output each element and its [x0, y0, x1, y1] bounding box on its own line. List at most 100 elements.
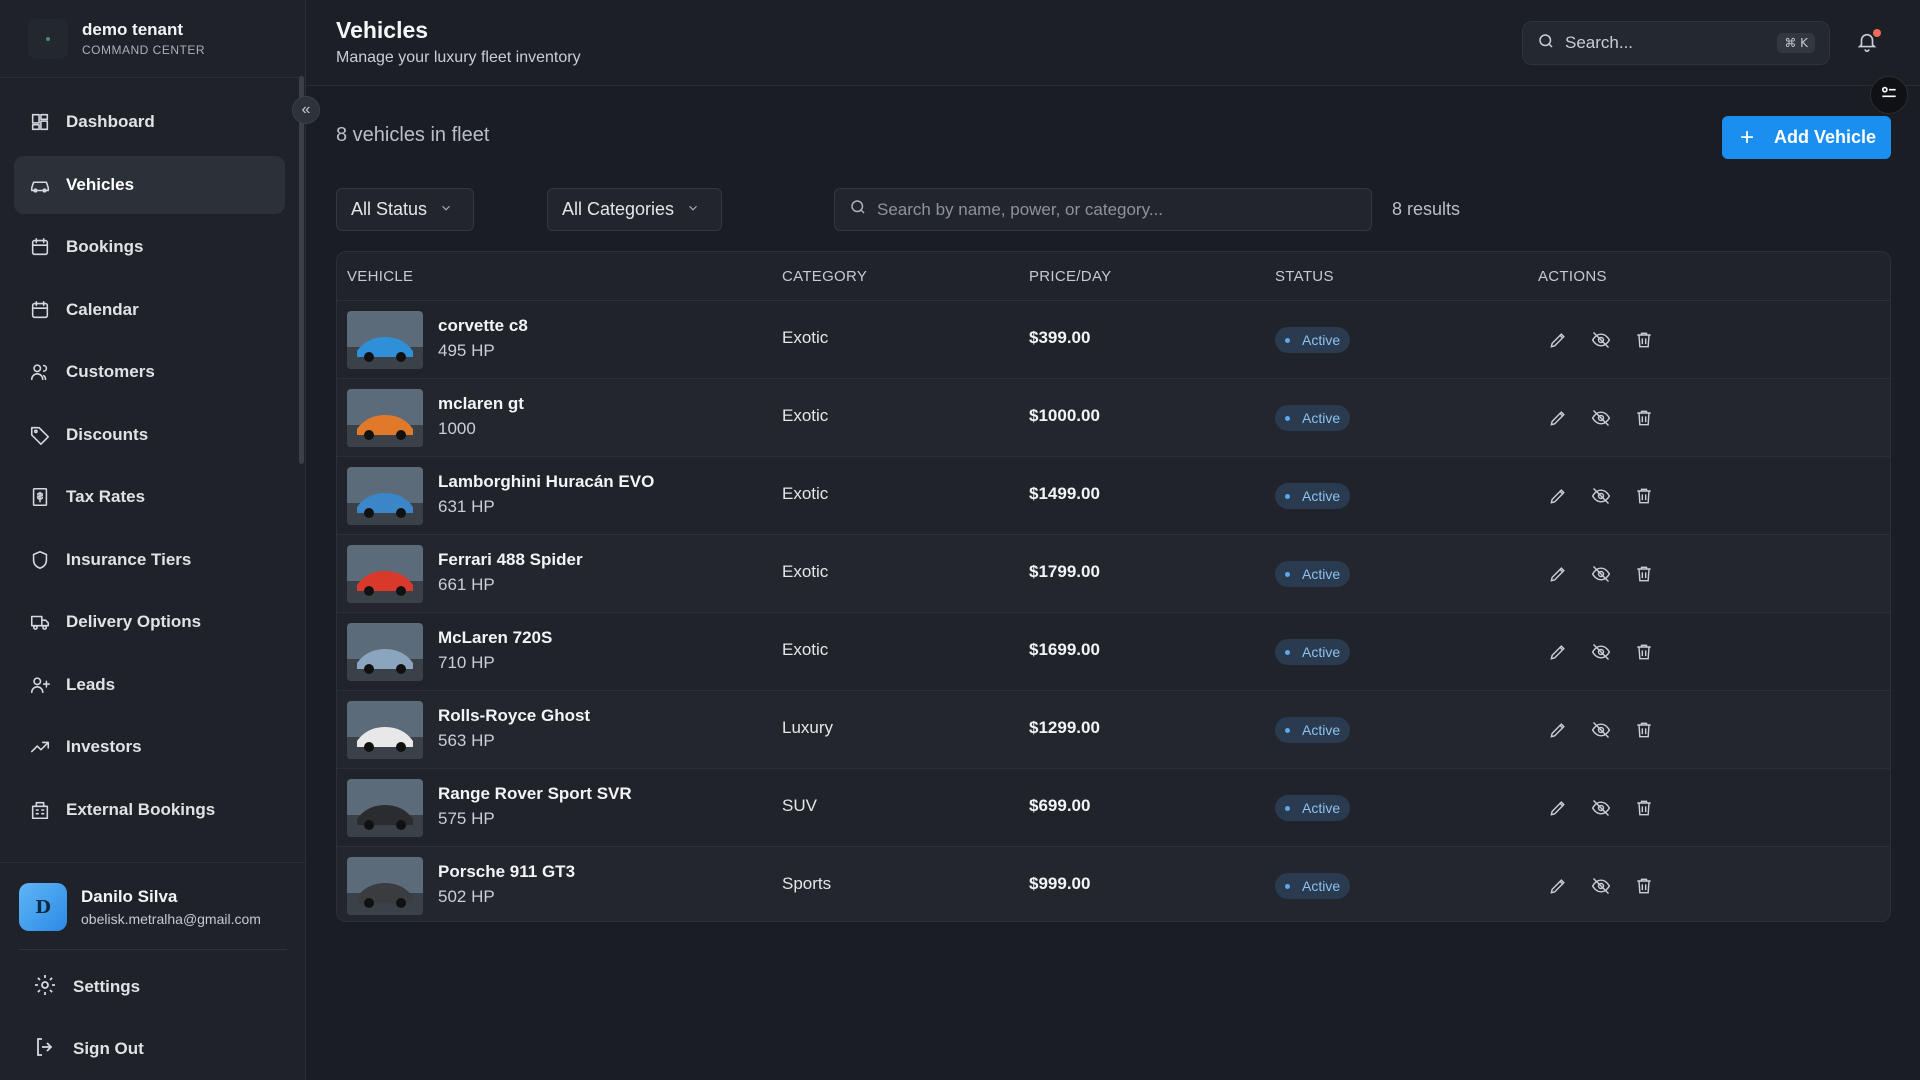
eye-off-icon	[1591, 721, 1611, 739]
status-label: Active	[1302, 332, 1341, 348]
sidebar-item-label: Customers	[66, 362, 155, 381]
table-row[interactable]: corvette c8 495 HP Exotic $399.00 Active	[337, 301, 1890, 379]
trash-icon	[1637, 566, 1651, 582]
sidebar-item-calendar[interactable]: Calendar	[14, 281, 285, 339]
sidebar-item-label: Delivery Options	[66, 612, 202, 631]
vehicle-name[interactable]: Rolls-Royce Ghost	[438, 706, 590, 726]
column-vehicle[interactable]: VEHICLE	[347, 268, 413, 285]
category-filter[interactable]: All Categories	[547, 188, 722, 231]
sidebar-item-dashboard[interactable]: Dashboard	[14, 93, 285, 151]
delete-button[interactable]	[1632, 640, 1656, 664]
user-profile[interactable]: D Danilo Silva obelisk.metralha@gmail.co…	[0, 863, 306, 931]
vehicle-category: Exotic	[782, 640, 829, 659]
vehicle-name[interactable]: Porsche 911 GT3	[438, 862, 575, 882]
divider	[19, 949, 287, 950]
delete-button[interactable]	[1632, 562, 1656, 586]
hide-button[interactable]	[1589, 406, 1613, 430]
calendar-icon	[28, 298, 52, 322]
sidebar-item-label: Calendar	[66, 299, 139, 319]
hide-button[interactable]	[1589, 874, 1613, 898]
tag-icon	[28, 423, 52, 447]
column-price[interactable]: PRICE/DAY	[1029, 268, 1111, 285]
eye-off-icon	[1591, 487, 1611, 505]
page-subtitle: Manage your luxury fleet inventory	[336, 49, 581, 66]
sidebar-item-insurance-tiers[interactable]: Insurance Tiers	[14, 531, 285, 589]
pencil-icon	[1550, 879, 1565, 894]
vehicle-name[interactable]: Lamborghini Huracán EVO	[438, 472, 654, 492]
edit-button[interactable]	[1546, 328, 1570, 352]
vehicle-category: Luxury	[782, 718, 834, 737]
delete-button[interactable]	[1632, 406, 1656, 430]
sidebar-scrollbar[interactable]	[299, 76, 304, 464]
status-label: Active	[1302, 878, 1341, 894]
vehicle-name[interactable]: Ferrari 488 Spider	[438, 550, 583, 570]
vehicle-power: 1000	[438, 419, 476, 438]
delete-button[interactable]	[1632, 484, 1656, 508]
table-row[interactable]: mclaren gt 1000 Exotic $1000.00 Active	[337, 379, 1890, 457]
settings-button[interactable]: Settings	[0, 962, 306, 1012]
delete-button[interactable]	[1632, 328, 1656, 352]
vehicle-name[interactable]: McLaren 720S	[438, 628, 552, 648]
status-filter[interactable]: All Status	[336, 188, 474, 231]
delete-button[interactable]	[1632, 718, 1656, 742]
edit-button[interactable]	[1546, 718, 1570, 742]
sign-out-button[interactable]: Sign Out	[0, 1024, 306, 1074]
sidebar-item-tax-rates[interactable]: Tax Rates	[14, 468, 285, 526]
collapse-sidebar-button[interactable]: «	[292, 96, 320, 124]
edit-button[interactable]	[1546, 874, 1570, 898]
truck-icon	[28, 610, 52, 634]
list-settings-icon	[1879, 83, 1899, 108]
column-category[interactable]: CATEGORY	[782, 268, 867, 285]
add-vehicle-button[interactable]: + Add Vehicle	[1722, 116, 1891, 159]
table-row[interactable]: Ferrari 488 Spider 661 HP Exotic $1799.00 Ac…	[337, 535, 1890, 613]
brand-title: demo tenant	[82, 20, 184, 39]
hide-button[interactable]	[1589, 718, 1613, 742]
sidebar-item-bookings[interactable]: Bookings	[14, 218, 285, 276]
delete-button[interactable]	[1632, 874, 1656, 898]
sidebar-item-external-bookings[interactable]: External Bookings	[14, 781, 285, 839]
edit-button[interactable]	[1546, 406, 1570, 430]
table-row[interactable]: Rolls-Royce Ghost 563 HP Luxury $1299.00 Act…	[337, 691, 1890, 769]
edit-button[interactable]	[1546, 796, 1570, 820]
vehicle-category: Sports	[782, 874, 832, 893]
sidebar-item-delivery-options[interactable]: Delivery Options	[14, 593, 285, 651]
pencil-icon	[1550, 801, 1565, 816]
table-row[interactable]: Porsche 911 GT3 502 HP Sports $999.00 Active	[337, 847, 1890, 921]
hide-button[interactable]	[1589, 640, 1613, 664]
table-row[interactable]: Range Rover Sport SVR 575 HP SUV $699.00 Act…	[337, 769, 1890, 847]
edit-button[interactable]	[1546, 484, 1570, 508]
global-search[interactable]: Search... ⌘ K	[1522, 21, 1830, 65]
users-icon	[28, 360, 52, 384]
status-badge: Active	[1275, 795, 1351, 821]
eye-off-icon	[1591, 643, 1611, 661]
hide-button[interactable]	[1589, 796, 1613, 820]
sidebar-item-label: Insurance Tiers	[66, 549, 192, 569]
user-email: obelisk.metralha@gmail.com	[81, 911, 261, 927]
edit-button[interactable]	[1546, 562, 1570, 586]
status-badge: Active	[1275, 873, 1351, 899]
table-row[interactable]: McLaren 720S 710 HP Exotic $1699.00 Active	[337, 613, 1890, 691]
sidebar-item-discounts[interactable]: Discounts	[14, 406, 285, 464]
sidebar-item-label: Dashboard	[66, 112, 155, 131]
sidebar-item-vehicles[interactable]: Vehicles	[14, 155, 285, 214]
edit-button[interactable]	[1546, 640, 1570, 664]
view-options-button[interactable]	[1870, 76, 1908, 114]
vehicle-name[interactable]: mclaren gt	[438, 394, 524, 414]
vehicle-search-input[interactable]	[877, 199, 1357, 220]
delete-button[interactable]	[1632, 796, 1656, 820]
sidebar-item-investors[interactable]: Investors	[14, 718, 285, 776]
hide-button[interactable]	[1589, 328, 1613, 352]
column-status[interactable]: STATUS	[1275, 268, 1334, 285]
vehicle-name[interactable]: Range Rover Sport SVR	[438, 784, 632, 804]
vehicle-name[interactable]: corvette c8	[438, 316, 528, 336]
sidebar-item-customers[interactable]: Customers	[14, 343, 285, 401]
user-plus-icon	[28, 673, 52, 697]
table-row[interactable]: Lamborghini Huracán EVO 631 HP Exotic $1499…	[337, 457, 1890, 535]
hide-button[interactable]	[1589, 562, 1613, 586]
sidebar-item-leads[interactable]: Leads	[14, 656, 285, 714]
vehicle-search[interactable]	[834, 188, 1372, 231]
brand[interactable]: demo tenant COMMAND CENTER	[0, 0, 305, 78]
pencil-icon	[1550, 723, 1565, 738]
hide-button[interactable]	[1589, 484, 1613, 508]
building-icon	[28, 798, 52, 822]
